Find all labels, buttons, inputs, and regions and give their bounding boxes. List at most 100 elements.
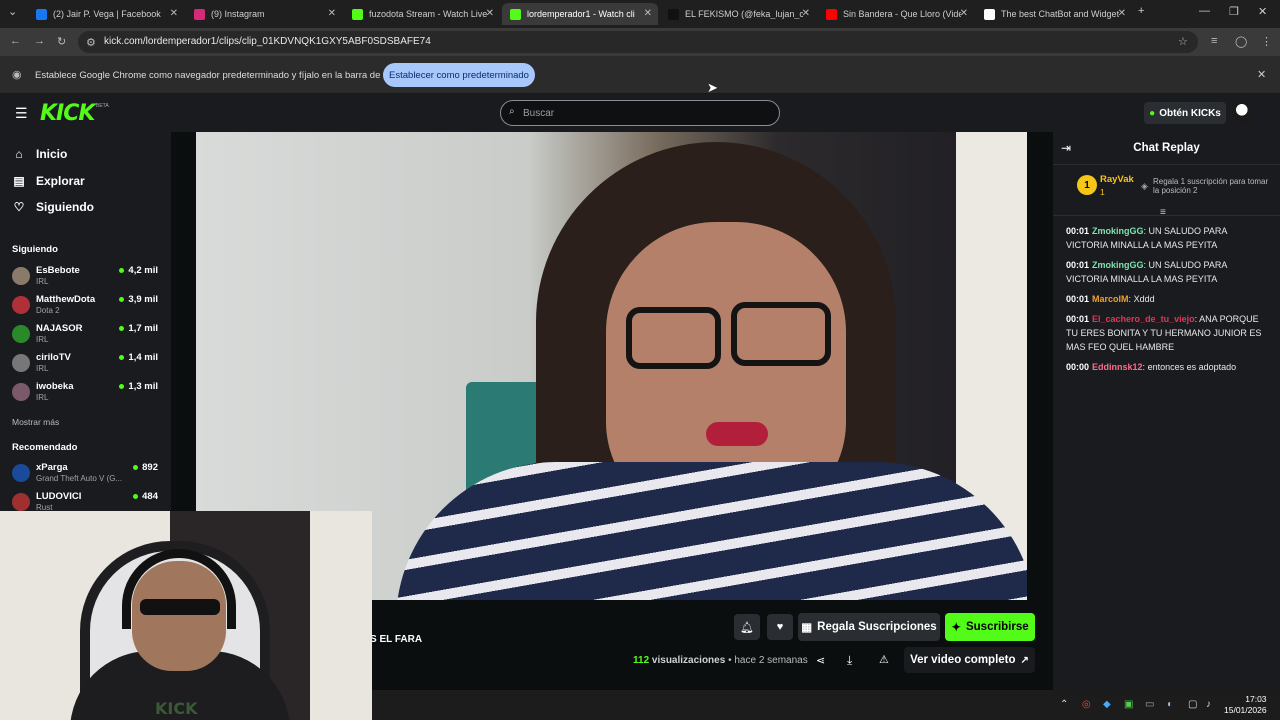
taskbar-clock[interactable]: 17:03 15/01/2026	[1224, 694, 1267, 716]
chat-text: entonces es adoptado	[1147, 362, 1237, 372]
tray-volume-icon[interactable]: ♪	[1206, 699, 1211, 710]
channel-category: IRL	[36, 277, 49, 286]
channel-name: iwobeka	[36, 381, 74, 392]
tab-label: Sin Bandera - Que Lloro (Video	[843, 9, 961, 19]
tray-device-icon[interactable]: ▭	[1145, 699, 1154, 710]
browser-tab[interactable]: (9) Instagram ✕	[186, 3, 342, 25]
download-icon[interactable]: ⤓	[847, 653, 852, 668]
chat-username[interactable]: MarcolM	[1092, 294, 1129, 304]
hamburger-menu-icon[interactable]: ☰	[15, 105, 28, 122]
set-default-button[interactable]: Establecer como predeterminado	[383, 63, 535, 87]
browser-tab[interactable]: lordemperador1 - Watch cli ✕	[502, 3, 658, 25]
channel-item[interactable]: iwobeka IRL 1,3 mil	[12, 379, 162, 405]
tray-nvidia-icon[interactable]: ▣	[1124, 699, 1133, 710]
tab-close-icon[interactable]: ✕	[486, 8, 494, 19]
top-gifter-name[interactable]: RayVak	[1100, 174, 1134, 185]
browser-tab[interactable]: EL FEKISMO (@feka_lujan_carri✕	[660, 3, 816, 25]
top-gifter-info: Regala 1 suscripción para tomar la posic…	[1153, 177, 1269, 195]
heart-icon: ♥	[776, 621, 784, 633]
chat-username[interactable]: El_cachero_de_tu_viejo	[1092, 314, 1195, 324]
report-icon[interactable]: ⚠	[879, 653, 889, 666]
maximize-button[interactable]: ❐	[1229, 5, 1239, 18]
get-kicks-button[interactable]: ● Obtén KICKs	[1144, 102, 1226, 124]
notifications-button[interactable]: 🔔︎	[734, 614, 760, 640]
follow-button[interactable]: ♥	[767, 614, 793, 640]
browser-tab[interactable]: (2) Jair P. Vega | Facebook ✕	[28, 3, 184, 25]
close-window-button[interactable]: ✕	[1258, 5, 1267, 18]
tray-steam-icon[interactable]: ◐	[1167, 699, 1173, 710]
channel-item[interactable]: NAJASOR IRL 1,7 mil	[12, 321, 162, 347]
reload-icon[interactable]: ↻	[57, 35, 66, 48]
kick-logo[interactable]: KICK	[40, 101, 95, 126]
chat-message: 00:01 MarcolM: Xddd	[1066, 292, 1271, 306]
browser-tab-strip: ⌄ (2) Jair P. Vega | Facebook ✕ (9) Instag…	[0, 0, 1280, 28]
tab-search-icon[interactable]: ⌄	[8, 5, 17, 18]
browser-tab[interactable]: fuzodota Stream - Watch Live o ✕	[344, 3, 500, 25]
sidebar-item-inicio[interactable]: ⌂ Inicio	[12, 147, 67, 161]
user-avatar[interactable]	[1233, 101, 1255, 123]
browser-tab[interactable]: The best ChatBot and Widgets ✕	[976, 3, 1132, 25]
profile-icon[interactable]: ◯	[1235, 35, 1247, 48]
browser-tab[interactable]: Sin Bandera - Que Lloro (Video ✕	[818, 3, 974, 25]
tab-close-icon[interactable]: ✕	[802, 8, 810, 19]
external-link-icon: ↗	[1020, 654, 1029, 666]
tab-close-icon[interactable]: ✕	[170, 8, 178, 19]
channel-name: xParga	[36, 462, 68, 473]
tab-close-icon[interactable]: ✕	[644, 8, 652, 19]
chat-username[interactable]: Eddinnsk12	[1092, 362, 1143, 372]
back-icon[interactable]: ←	[10, 35, 21, 47]
tray-chevron-icon[interactable]: ⌃	[1060, 699, 1068, 710]
minimize-button[interactable]: —	[1199, 5, 1210, 17]
recommended-section-title: Recomendado	[12, 442, 78, 453]
search-input[interactable]: ⌕ Buscar	[500, 100, 780, 126]
channel-category: IRL	[36, 335, 49, 344]
tab-close-icon[interactable]: ✕	[960, 8, 968, 19]
bell-icon: 🔔︎	[740, 621, 754, 634]
reading-list-icon[interactable]: ≡	[1211, 35, 1217, 47]
channel-avatar	[12, 464, 30, 482]
kick-header: ☰ KICK BETA ⌕ Buscar ● Obtén KICKs	[0, 94, 1280, 132]
channel-category: IRL	[36, 364, 49, 373]
chat-message: 00:00 Eddinnsk12: entonces es adoptado	[1066, 360, 1271, 374]
channel-item[interactable]: xParga Grand Theft Auto V (G... 892	[12, 460, 162, 486]
tray-app-icon[interactable]: ◎	[1082, 699, 1091, 710]
forward-icon[interactable]: →	[34, 35, 45, 47]
tray-network-icon[interactable]: ◆	[1103, 699, 1111, 710]
live-dot-icon	[133, 464, 139, 470]
chat-message: 00:01 ZmokingGG: UN SALUDO PARA VICTORIA …	[1066, 258, 1271, 286]
bookmark-star-icon[interactable]: ☆	[1178, 35, 1188, 48]
logo-beta-badge: BETA	[96, 103, 109, 109]
subscribe-button[interactable]: ✦ Suscribirse	[945, 613, 1035, 641]
address-bar[interactable]: ⚙ kick.com/lordemperador1/clips/clip_01K…	[78, 31, 1198, 53]
tray-display-icon[interactable]: ▢	[1188, 699, 1197, 710]
gift-subs-button[interactable]: ▦ Regala Suscripciones	[798, 613, 940, 641]
channel-item[interactable]: ciriloTV IRL 1,4 mil	[12, 350, 162, 376]
live-dot-icon	[133, 493, 139, 499]
new-tab-button[interactable]: +	[1138, 5, 1144, 17]
close-infobar-icon[interactable]: ✕	[1257, 68, 1266, 81]
chat-username[interactable]: ZmokingGG	[1092, 260, 1144, 270]
tab-close-icon[interactable]: ✕	[1118, 8, 1126, 19]
menu-icon[interactable]: ⋮	[1261, 35, 1272, 48]
channel-item[interactable]: EsBebote IRL 4,2 mil	[12, 263, 162, 289]
expand-chevron-icon[interactable]: ≡	[1160, 207, 1166, 218]
channel-name: ciriloTV	[36, 352, 71, 363]
tab-close-icon[interactable]: ✕	[328, 8, 336, 19]
show-more-link[interactable]: Mostrar más	[12, 417, 59, 427]
sidebar-item-explorar[interactable]: ▤ Explorar	[12, 174, 85, 188]
channel-avatar	[12, 383, 30, 401]
watch-full-video-button[interactable]: Ver video completo ↗	[904, 647, 1035, 673]
site-info-icon[interactable]: ⚙	[86, 36, 96, 49]
clip-stats: 112 visualizaciones • hace 2 semanas	[633, 655, 808, 666]
chat-username[interactable]: ZmokingGG	[1092, 226, 1144, 236]
share-icon[interactable]: ⋖	[816, 654, 825, 667]
live-dot-icon	[119, 383, 125, 389]
sidebar-item-siguiendo[interactable]: ♡ Siguiendo	[12, 200, 94, 214]
following-section-title: Siguiendo	[12, 244, 58, 255]
channel-item[interactable]: MatthewDota Dota 2 3,9 mil	[12, 292, 162, 318]
gift-icon: ▦	[801, 622, 813, 634]
cam-shirt-logo: KICK	[155, 699, 198, 718]
search-icon: ⌕	[509, 106, 515, 117]
sidebar-item-label: Explorar	[36, 174, 85, 188]
get-kicks-label: Obtén KICKs	[1159, 107, 1221, 119]
